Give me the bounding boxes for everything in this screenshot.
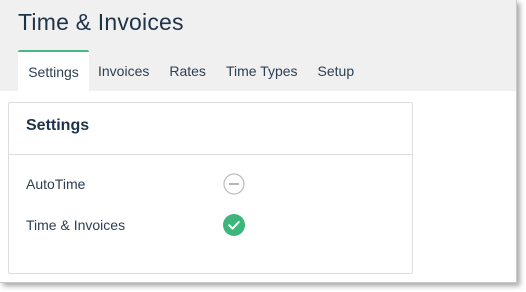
minus-circle-icon[interactable] [223,173,245,195]
tab-label: Setup [317,62,355,79]
check-circle-icon[interactable] [223,214,245,236]
tab-label: Rates [169,62,206,79]
tab-bar: Settings Invoices Rates Time Types Setup [18,50,364,91]
tab-label: Invoices [98,62,150,79]
setting-row-autotime: AutoTime [26,172,396,196]
tab-label: Settings [28,63,79,80]
panel-title: Settings [26,117,90,134]
page-title: Time & Invoices [18,9,184,35]
tab-setup[interactable]: Setup [308,50,365,91]
setting-label: AutoTime [26,176,86,192]
tab-rates[interactable]: Rates [159,50,216,91]
tab-time-types[interactable]: Time Types [216,50,308,91]
setting-row-time-invoices: Time & Invoices [26,213,396,237]
tab-invoices[interactable]: Invoices [89,50,159,91]
setting-label: Time & Invoices [26,217,126,233]
tab-label: Time Types [225,62,298,79]
tab-settings[interactable]: Settings [18,50,89,91]
app-window: Time & Invoices Settings Invoices Rates … [0,0,517,283]
page-header: Time & Invoices Settings Invoices Rates … [0,0,516,91]
settings-panel: Settings AutoTime Time & Invoices [8,102,413,274]
panel-header: Settings [9,103,412,155]
